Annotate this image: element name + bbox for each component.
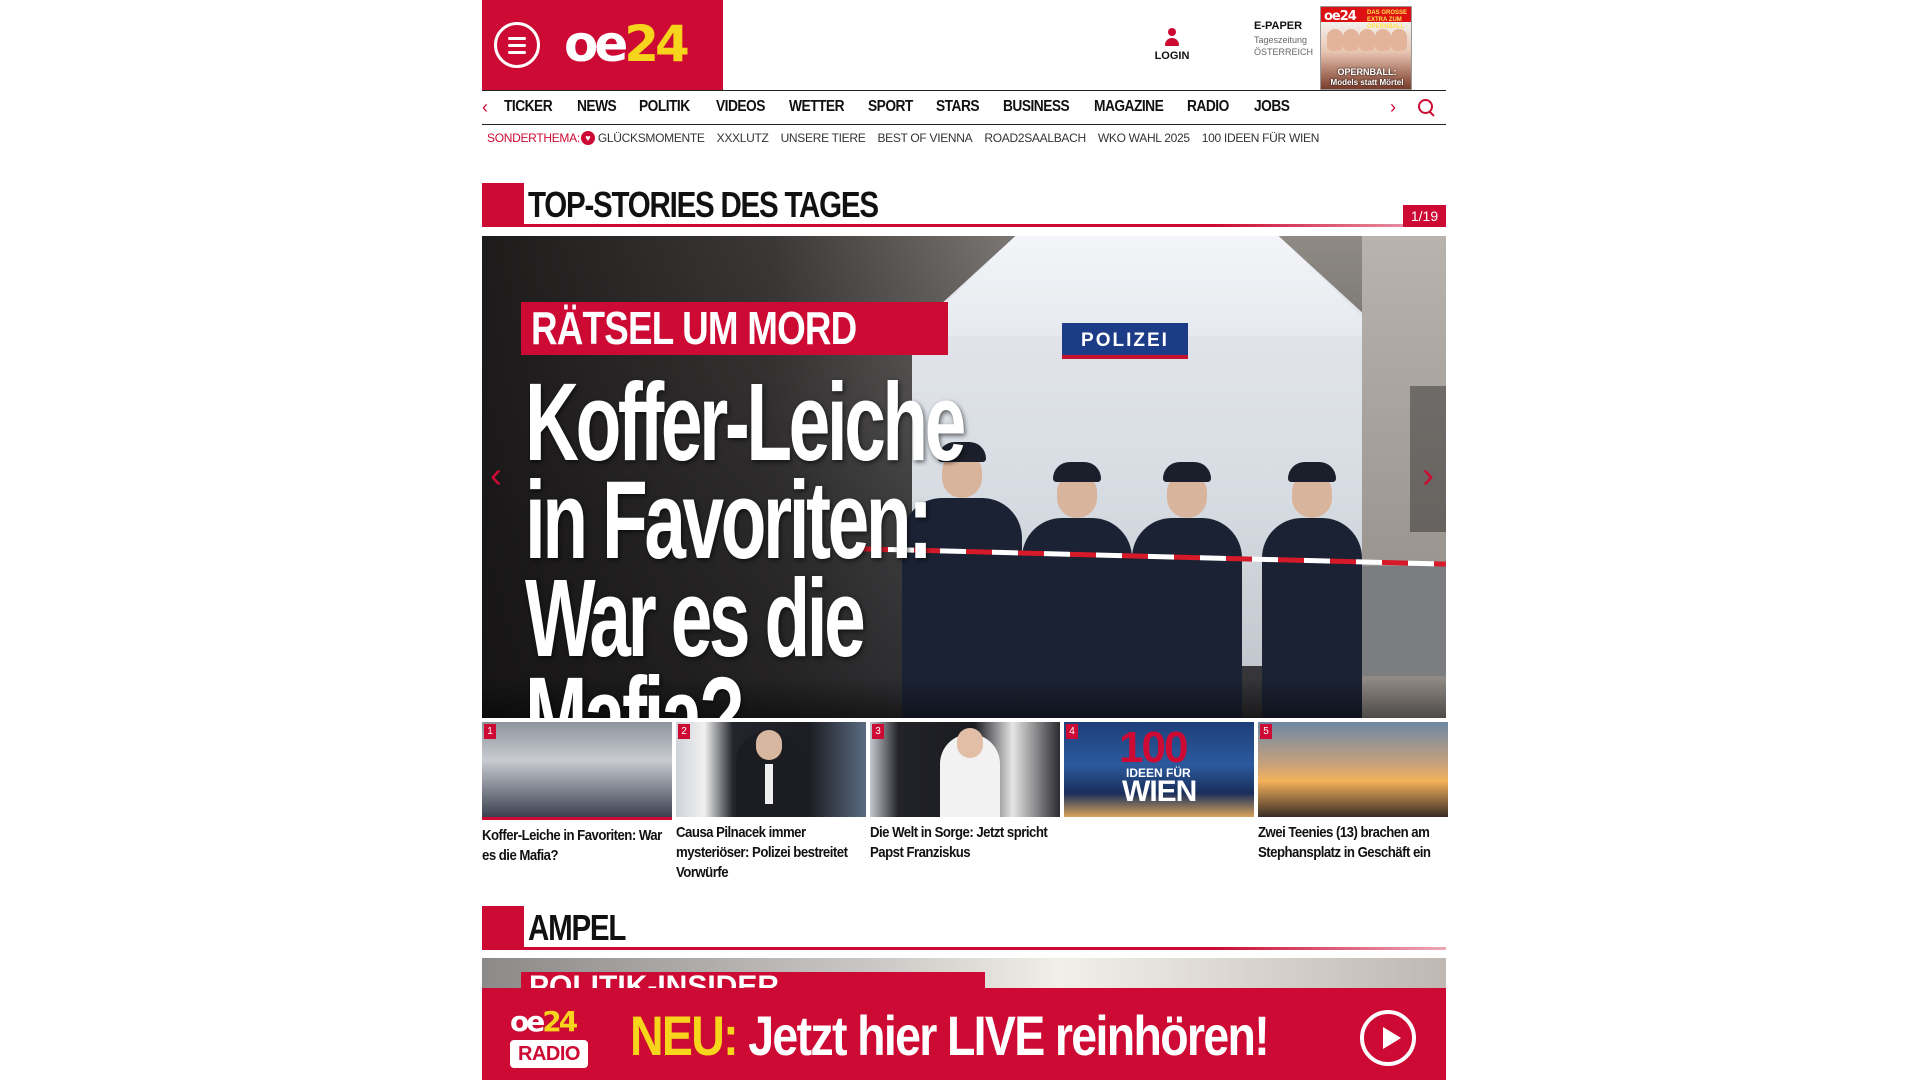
story-thumb[interactable]: 100 IDEEN FÜR WIEN 4	[1064, 722, 1254, 823]
site-logo[interactable]: oe24	[564, 14, 690, 74]
user-icon	[1165, 28, 1179, 46]
hero-kicker: RÄTSEL UM MORD	[521, 302, 948, 355]
section-marker	[482, 183, 524, 227]
story-thumb-number: 2	[678, 724, 690, 739]
epaper-cover-logo: oe24	[1324, 9, 1357, 24]
story-thumb-image: 1	[482, 722, 672, 820]
story-thumb-number: 5	[1260, 724, 1272, 739]
special-topic-100-ideen[interactable]: 100 IDEEN FÜR WIEN	[1202, 131, 1320, 145]
special-topic-gluecksmomente[interactable]: GLÜCKSMOMENTE	[598, 131, 705, 145]
epaper-link[interactable]: E-PAPER Tageszeitung ÖSTERREICH	[1254, 20, 1314, 57]
nav-item-wetter[interactable]: WETTER	[789, 98, 857, 116]
story-thumb-caption: Koffer-Leiche in Favoriten: War es die M…	[482, 827, 662, 864]
nav-list: TICKER NEWS POLITIK VIDEOS WETTER SPORT …	[504, 98, 1304, 116]
section-divider	[524, 947, 1446, 950]
hero-image-police-sign: POLIZEI	[1062, 323, 1188, 359]
nav-item-stars[interactable]: STARS	[936, 98, 994, 116]
logo-box: oe24	[482, 0, 723, 90]
ampel-title: AMPEL	[528, 907, 626, 948]
epaper-cover-image[interactable]: oe24 DAS GROSSE EXTRA ZUM OPERNBALL OPER…	[1320, 6, 1412, 90]
story-thumb-image: 2	[676, 722, 866, 817]
story-thumb-number: 3	[872, 724, 884, 739]
main-nav: ‹ TICKER NEWS POLITIK VIDEOS WETTER SPOR…	[482, 90, 1446, 125]
nav-item-sport[interactable]: SPORT	[868, 98, 926, 116]
section-marker	[482, 906, 524, 950]
nav-item-radio[interactable]: RADIO	[1187, 98, 1245, 116]
epaper-cover-subline: Models statt Mörtel	[1330, 78, 1404, 87]
epaper-cover-headline: OPERNBALL:	[1337, 67, 1397, 77]
hero-headline-line: Koffer-Leiche	[525, 361, 966, 484]
nav-item-magazine[interactable]: MAGAZINE	[1094, 98, 1174, 116]
epaper-brand: ÖSTERREICH	[1254, 47, 1314, 57]
radio-slogan: NEU: Jetzt hier LIVE reinhören!	[630, 1004, 1270, 1067]
story-thumb[interactable]: 5 Zwei Teenies (13) brachen am Stephansp…	[1258, 722, 1448, 863]
play-icon[interactable]	[1360, 1010, 1416, 1066]
special-topic-xxxlutz[interactable]: XXXLUTZ	[717, 131, 769, 145]
search-icon[interactable]	[1418, 99, 1436, 117]
special-topics-bar: SONDERTHEMA: ♥ GLÜCKSMOMENTE XXXLUTZ UNS…	[487, 130, 1331, 146]
heart-icon: ♥	[580, 131, 595, 145]
story-thumb-caption: Zwei Teenies (13) brachen am Stephanspla…	[1258, 824, 1431, 861]
ampel-header: AMPEL	[482, 906, 1446, 950]
epaper-cover-badge: DAS GROSSE EXTRA ZUM OPERNBALL	[1367, 10, 1408, 30]
nav-item-videos[interactable]: VIDEOS	[716, 98, 779, 116]
epaper-cover-photo	[1327, 29, 1407, 65]
thumb-image-text: WIEN	[1122, 775, 1197, 808]
thumb-image-text: 100	[1119, 723, 1188, 772]
section-divider	[524, 224, 1446, 227]
story-thumb-image: 100 IDEEN FÜR WIEN 4	[1064, 722, 1254, 817]
top-stories-header: TOP-STORIES DES TAGES 1/19	[482, 183, 1446, 227]
special-topic-road2saalbach[interactable]: ROAD2SAALBACH	[984, 131, 1086, 145]
ampel-teaser-kicker: POLITIK-INSIDER	[521, 972, 985, 988]
slider-pager: 1/19	[1403, 205, 1446, 227]
epaper-title: E-PAPER	[1254, 20, 1303, 32]
login-button[interactable]: LOGIN	[1154, 28, 1190, 62]
nav-item-politik[interactable]: POLITIK	[639, 98, 705, 116]
hero-story[interactable]: POLIZEI RÄTSEL UM MORD Koffer-Leiche in …	[482, 236, 1446, 718]
special-topic-wko-wahl[interactable]: WKO WAHL 2025	[1098, 131, 1190, 145]
hero-headline-line: War es die Mafia?	[525, 557, 866, 719]
story-thumb-image: 3	[870, 722, 1060, 817]
radio-logo-label: RADIO	[510, 1040, 588, 1068]
story-thumbnails: 1 Koffer-Leiche in Favoriten: War es die…	[482, 722, 1448, 883]
story-thumb-number: 1	[484, 724, 496, 739]
nav-item-business[interactable]: BUSINESS	[1003, 98, 1081, 116]
story-thumb-caption: Causa Pilnacek immer mysteriöser: Polize…	[676, 824, 848, 881]
nav-item-ticker[interactable]: TICKER	[504, 98, 567, 116]
nav-scroll-left-icon[interactable]: ‹	[482, 97, 488, 118]
ampel-teaser[interactable]: POLITIK-INSIDER	[482, 958, 1446, 988]
slider-prev-icon[interactable]: ‹	[490, 454, 502, 496]
site-header: oe24 LOGIN E-PAPER Tageszeitung ÖSTERREI…	[482, 0, 1446, 90]
hero-headline-line: in Favoriten:	[525, 459, 933, 582]
nav-scroll-right-icon[interactable]: ›	[1390, 97, 1396, 118]
hero-headline[interactable]: Koffer-Leiche in Favoriten: War es die M…	[525, 361, 1083, 719]
page: oe24 LOGIN E-PAPER Tageszeitung ÖSTERREI…	[482, 0, 1448, 1080]
story-thumb-caption: Die Welt in Sorge: Jetzt spricht Papst F…	[870, 824, 1048, 861]
epaper-subtitle: Tageszeitung	[1254, 35, 1308, 45]
story-thumb[interactable]: 2 Causa Pilnacek immer mysteriöser: Poli…	[676, 722, 866, 883]
login-label: LOGIN	[1154, 50, 1190, 62]
story-thumb[interactable]: 1 Koffer-Leiche in Favoriten: War es die…	[482, 722, 672, 866]
nav-item-jobs[interactable]: JOBS	[1254, 98, 1297, 116]
story-thumb-image: 5	[1258, 722, 1448, 817]
special-topic-best-of-vienna[interactable]: BEST OF VIENNA	[877, 131, 972, 145]
hamburger-menu-icon[interactable]	[494, 22, 540, 68]
nav-item-news[interactable]: NEWS	[577, 98, 630, 116]
hero-image-tent-roof	[912, 236, 1382, 336]
special-topics-label: SONDERTHEMA:	[487, 131, 580, 145]
top-stories-title: TOP-STORIES DES TAGES	[528, 184, 879, 225]
story-thumb[interactable]: 3 Die Welt in Sorge: Jetzt spricht Papst…	[870, 722, 1060, 863]
special-topic-unsere-tiere[interactable]: UNSERE TIERE	[781, 131, 866, 145]
radio-live-banner[interactable]: oe24 RADIO NEU: Jetzt hier LIVE reinhöre…	[482, 988, 1446, 1080]
slider-next-icon[interactable]: ›	[1422, 454, 1434, 496]
radio-logo: oe24 RADIO	[510, 1006, 606, 1072]
story-thumb-number: 4	[1066, 724, 1078, 739]
